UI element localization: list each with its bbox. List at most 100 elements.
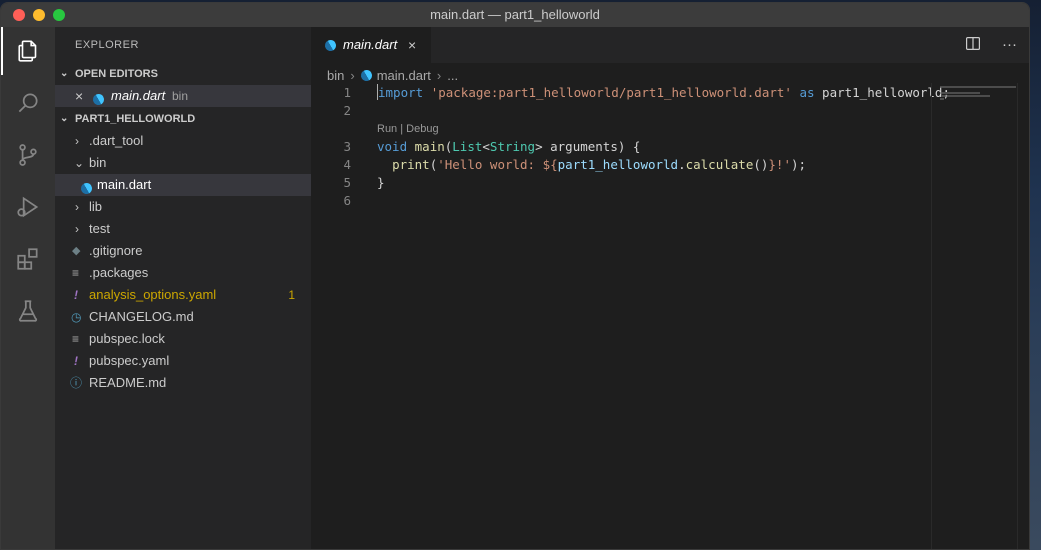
tree-item-analysis-options[interactable]: ! analysis_options.yaml 1: [55, 284, 311, 306]
dart-file-icon: [358, 67, 374, 84]
code-token: .: [678, 157, 686, 172]
tab-bar: main.dart × ···: [311, 27, 1029, 63]
code-token: 'package:part1_helloworld/part1_hellowor…: [430, 85, 792, 100]
tree-item-label: README.md: [89, 375, 167, 390]
code-token: void: [377, 139, 408, 154]
line-number: 1: [343, 85, 351, 100]
yaml-file-icon: !: [74, 354, 78, 368]
title-bar: main.dart — part1_helloworld: [1, 3, 1029, 27]
code-token: print: [392, 157, 430, 172]
line-number: 4: [343, 157, 351, 172]
chevron-down-icon: ⌄: [60, 68, 69, 79]
code-token: as: [799, 85, 815, 100]
codelens-run-debug[interactable]: Run | Debug: [377, 120, 439, 138]
tree-item-pubspec-lock[interactable]: ≡ pubspec.lock: [55, 328, 311, 350]
open-editor-folder: bin: [172, 89, 189, 103]
chevron-right-icon: ›: [436, 68, 442, 83]
testing-icon[interactable]: [1, 287, 55, 335]
search-icon[interactable]: [1, 79, 55, 127]
minimap-line: [942, 95, 990, 97]
tree-item-pubspec-yaml[interactable]: ! pubspec.yaml: [55, 350, 311, 372]
chevron-down-icon: ⌄: [74, 156, 85, 170]
minimap-line: [940, 98, 944, 100]
run-debug-icon[interactable]: [1, 183, 55, 231]
tree-item-readme[interactable]: ⓘ README.md: [55, 372, 311, 394]
chevron-right-icon: ›: [75, 222, 79, 236]
window-title: main.dart — part1_helloworld: [430, 7, 600, 22]
minimap[interactable]: [931, 83, 1029, 549]
code-token: 'Hello world: ${: [437, 157, 558, 172]
tree-item-packages[interactable]: ≡ .packages: [55, 262, 311, 284]
open-editor-item[interactable]: × main.dart bin: [55, 85, 311, 108]
code-token: calculate: [685, 157, 754, 172]
close-icon[interactable]: ×: [408, 27, 416, 63]
tree-item-label: pubspec.yaml: [89, 353, 170, 368]
split-editor-icon[interactable]: [965, 36, 984, 53]
chevron-right-icon: ›: [75, 200, 79, 214]
activity-bar: [1, 27, 55, 549]
code-token: import: [378, 85, 424, 100]
info-file-icon: ⓘ: [70, 376, 83, 390]
line-number: 5: [343, 175, 351, 190]
tree-item-lib[interactable]: › lib: [55, 196, 311, 218]
code-token: }!': [768, 157, 791, 172]
editor-area: main.dart × ··· bin › main.dart ›... 1 2 3 …: [311, 27, 1029, 549]
chevron-down-icon: ⌄: [60, 113, 69, 124]
tree-item-dart-tool[interactable]: › .dart_tool: [55, 130, 311, 152]
code-token: part1_helloworld: [557, 157, 679, 172]
tree-item-label: test: [89, 221, 110, 236]
code-token: List: [452, 139, 483, 154]
code-token: (): [753, 157, 769, 172]
tree-item-label: .packages: [89, 265, 149, 280]
tree-item-label: CHANGELOG.md: [89, 309, 194, 324]
tree-item-main-dart[interactable]: main.dart: [55, 174, 311, 197]
vertical-scrollbar[interactable]: [1017, 83, 1029, 549]
minimize-window-button[interactable]: [33, 9, 45, 21]
tree-item-label: main.dart: [97, 177, 152, 192]
minimap-line: [940, 86, 1016, 88]
close-icon[interactable]: ×: [75, 85, 83, 107]
project-header[interactable]: ⌄ PART1_HELLOWORLD: [55, 108, 311, 130]
sidebar-title: EXPLORER: [75, 39, 139, 51]
git-file-icon: ◆: [72, 245, 81, 257]
code-token: main: [414, 139, 445, 154]
project-label: PART1_HELLOWORLD: [75, 113, 196, 125]
tree-item-label: .gitignore: [89, 243, 143, 258]
maximize-window-button[interactable]: [53, 9, 65, 21]
code-token: <: [482, 139, 490, 154]
code-line-3: void main(List<String> arguments) {: [377, 138, 640, 156]
tree-item-changelog[interactable]: ◷ CHANGELOG.md: [55, 306, 311, 328]
breadcrumb-folder[interactable]: bin: [327, 68, 344, 83]
extensions-icon[interactable]: [1, 235, 55, 283]
code-line-4: print('Hello world: ${part1_helloworld.c…: [377, 156, 806, 174]
breadcrumb-file[interactable]: main.dart: [377, 68, 431, 83]
minimap-line: [940, 92, 980, 94]
yaml-file-icon: !: [74, 288, 78, 302]
tree-item-label: pubspec.lock: [89, 331, 165, 346]
tab-label: main.dart: [343, 37, 398, 52]
code-token: > arguments) {: [535, 139, 641, 154]
editor-actions: ···: [948, 27, 1017, 63]
open-editors-header[interactable]: ⌄ OPEN EDITORS: [55, 63, 311, 85]
tree-item-gitignore[interactable]: ◆ .gitignore: [55, 240, 311, 262]
tree-item-bin[interactable]: ⌄ bin: [55, 152, 311, 174]
line-number: 6: [343, 193, 351, 208]
more-actions-icon[interactable]: ···: [1002, 36, 1017, 53]
breadcrumb-more[interactable]: ...: [447, 68, 458, 83]
tree-item-label: .dart_tool: [89, 133, 144, 148]
explorer-icon[interactable]: [1, 27, 55, 75]
line-number: 3: [343, 139, 351, 154]
tab-main-dart[interactable]: main.dart ×: [311, 27, 431, 63]
code-token: );: [790, 157, 807, 172]
code-line-5: }: [377, 175, 385, 190]
clock-file-icon: ◷: [71, 310, 82, 324]
code-token: String: [489, 139, 536, 154]
lines-file-icon: ≡: [72, 266, 80, 280]
source-control-icon[interactable]: [1, 131, 55, 179]
code-line-1: import 'package:part1_helloworld/part1_h…: [377, 84, 950, 102]
close-window-button[interactable]: [13, 9, 25, 21]
open-editors-label: OPEN EDITORS: [75, 68, 158, 80]
tree-item-test[interactable]: › test: [55, 218, 311, 240]
open-editor-filename: main.dart: [111, 88, 166, 103]
explorer-sidebar: EXPLORER ⌄ OPEN EDITORS × main.dart bin …: [55, 27, 311, 549]
